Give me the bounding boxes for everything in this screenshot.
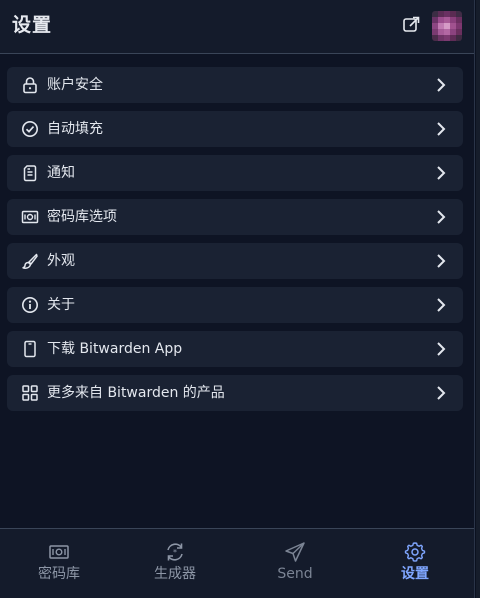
chevron-right-icon — [435, 297, 447, 313]
settings-item-vault-options[interactable]: 密码库选项 — [7, 199, 463, 235]
settings-item-label: 密码库选项 — [47, 209, 117, 225]
settings-item-more-products[interactable]: 更多来自 Bitwarden 的产品 — [7, 375, 463, 411]
chevron-right-icon — [435, 165, 447, 181]
settings-item-label: 外观 — [47, 253, 75, 269]
lock-icon — [21, 76, 39, 94]
nav-tab-send[interactable]: Send — [236, 529, 354, 598]
svg-text:*: * — [173, 548, 177, 557]
notification-icon — [21, 164, 39, 182]
settings-item-label: 更多来自 Bitwarden 的产品 — [47, 385, 225, 401]
vault-icon — [48, 541, 70, 563]
info-icon — [21, 296, 39, 314]
extension-popup: 设置 账户安全 自动填充 通知 密码库选项 外观 关于 下载 Bitwarden… — [0, 0, 475, 598]
nav-label: 设置 — [401, 566, 429, 582]
nav-tab-settings[interactable]: 设置 — [356, 529, 474, 598]
vault-icon — [21, 208, 39, 226]
grid-icon — [21, 384, 39, 402]
nav-tab-vault[interactable]: 密码库 — [0, 529, 118, 598]
brush-icon — [21, 252, 39, 270]
chevron-right-icon — [435, 77, 447, 93]
settings-item-account-security[interactable]: 账户安全 — [7, 67, 463, 103]
chevron-right-icon — [435, 121, 447, 137]
gear-icon — [404, 541, 426, 563]
settings-item-label: 关于 — [47, 297, 75, 313]
popout-icon[interactable] — [402, 14, 422, 34]
chevron-right-icon — [435, 341, 447, 357]
generator-icon: * — [164, 541, 186, 563]
chevron-right-icon — [435, 209, 447, 225]
chevron-right-icon — [435, 385, 447, 401]
settings-item-notifications[interactable]: 通知 — [7, 155, 463, 191]
check-circle-icon — [21, 120, 39, 138]
avatar[interactable] — [432, 11, 462, 41]
nav-label: 生成器 — [154, 566, 196, 582]
mobile-icon — [21, 340, 39, 358]
settings-item-appearance[interactable]: 外观 — [7, 243, 463, 279]
bottom-nav: 密码库 * 生成器 Send 设置 — [0, 528, 474, 598]
nav-label: Send — [277, 566, 313, 582]
nav-tab-generator[interactable]: * 生成器 — [116, 529, 234, 598]
settings-item-download-app[interactable]: 下载 Bitwarden App — [7, 331, 463, 367]
settings-item-about[interactable]: 关于 — [7, 287, 463, 323]
header: 设置 — [0, 0, 474, 54]
settings-item-label: 下载 Bitwarden App — [47, 341, 183, 357]
settings-item-autofill[interactable]: 自动填充 — [7, 111, 463, 147]
settings-list: 账户安全 自动填充 通知 密码库选项 外观 关于 下载 Bitwarden Ap… — [7, 67, 463, 419]
page-title: 设置 — [12, 14, 53, 36]
send-icon — [284, 541, 306, 563]
nav-label: 密码库 — [38, 566, 80, 582]
settings-item-label: 自动填充 — [47, 121, 103, 137]
settings-item-label: 通知 — [47, 165, 75, 181]
chevron-right-icon — [435, 253, 447, 269]
background-page-edge — [476, 0, 480, 598]
settings-item-label: 账户安全 — [47, 77, 103, 93]
